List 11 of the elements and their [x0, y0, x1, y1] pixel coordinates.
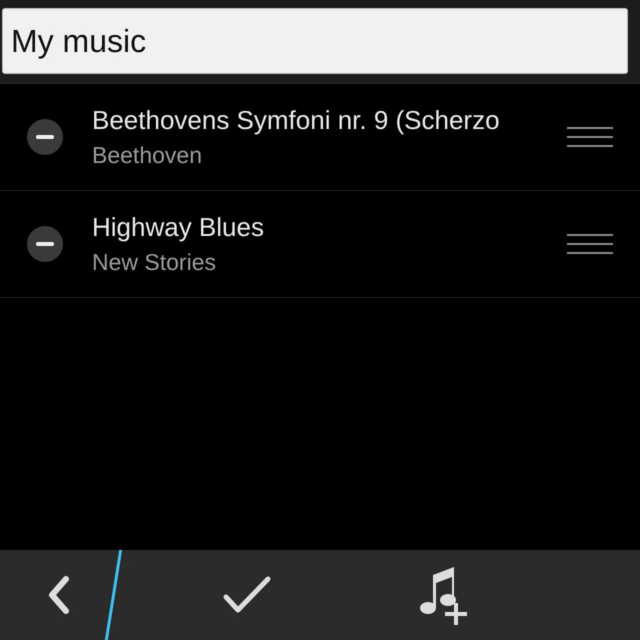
track-title: Highway Blues — [92, 212, 265, 243]
track-artist: New Stories — [92, 249, 217, 276]
remove-icon[interactable] — [27, 226, 63, 262]
title-field[interactable]: My music — [2, 8, 628, 74]
track-title: Beethovens Symfoni nr. 9 (Scherzo — [92, 105, 501, 136]
drag-handle-icon[interactable] — [567, 127, 613, 147]
remove-icon[interactable] — [27, 119, 63, 155]
drag-handle-icon[interactable] — [567, 234, 613, 254]
checkmark-icon[interactable] — [222, 575, 272, 615]
track-artist: Beethoven — [92, 142, 203, 169]
back-icon[interactable] — [46, 575, 72, 615]
